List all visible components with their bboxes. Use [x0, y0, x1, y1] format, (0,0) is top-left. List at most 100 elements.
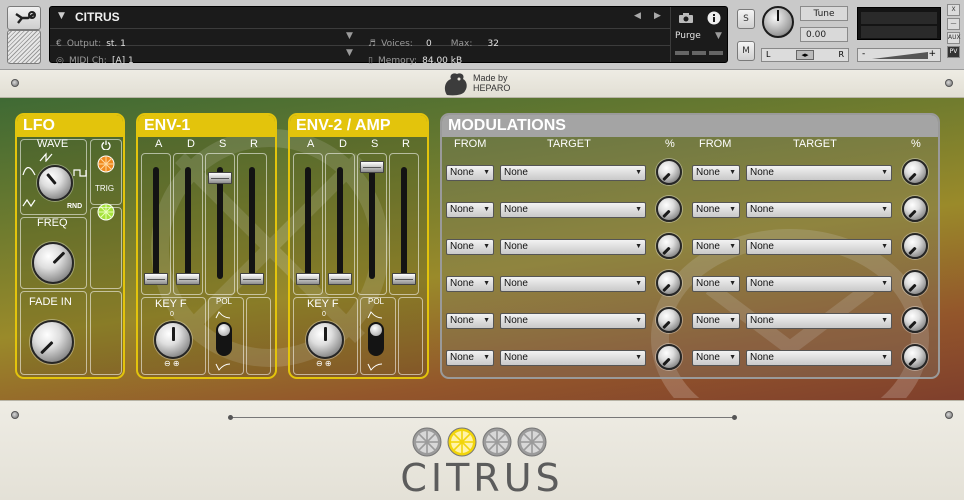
mod-amount-knob[interactable] [656, 196, 682, 222]
mod-target-value: None [750, 352, 774, 363]
mod-amount-knob[interactable] [902, 307, 928, 333]
env1-slider-handle[interactable] [240, 273, 264, 285]
mod-from-dropdown[interactable]: None ▼ [692, 239, 740, 255]
env2-slider-track[interactable] [369, 167, 375, 279]
dropdown-arrow-icon: ▼ [635, 169, 642, 176]
mod-target-dropdown[interactable]: None ▼ [746, 276, 892, 292]
tune-knob[interactable] [762, 6, 794, 38]
dropdown-arrow-icon: ▼ [635, 206, 642, 213]
mod-amount-knob[interactable] [902, 196, 928, 222]
power-icon[interactable] [101, 140, 111, 150]
env1-slider-handle[interactable] [144, 273, 168, 285]
mod-target-dropdown[interactable]: None ▼ [746, 313, 892, 329]
mod-target-dropdown[interactable]: None ▼ [500, 239, 646, 255]
env1-slider-handle[interactable] [176, 273, 200, 285]
divider-line [230, 417, 734, 418]
output-dropdown-icon[interactable]: ▼ [346, 31, 353, 41]
env2-slider-handle[interactable] [392, 273, 416, 285]
env1-section: ENV-1 A D S R KEY F 0 ⊖ ⊕ POL [136, 113, 277, 379]
mod-amount-knob[interactable] [656, 159, 682, 185]
env1-slider-track[interactable] [249, 167, 255, 279]
mod-target-dropdown[interactable]: None ▼ [746, 165, 892, 181]
prev-instrument-icon[interactable]: ◀ [634, 11, 641, 21]
mod-amount-knob[interactable] [656, 270, 682, 296]
env2-keyf-knob[interactable] [306, 321, 344, 359]
env1-slider-handle[interactable] [208, 172, 232, 185]
camera-icon[interactable] [678, 12, 694, 24]
mod-target-dropdown[interactable]: None ▼ [746, 202, 892, 218]
env1-polarity-switch[interactable] [216, 322, 232, 356]
citrus-slices-logo-icon [412, 427, 547, 457]
mod-from-dropdown[interactable]: None ▼ [692, 313, 740, 329]
midi-channel-value[interactable]: [A] 1 [112, 56, 134, 66]
mod-target-dropdown[interactable]: None ▼ [500, 202, 646, 218]
mod-from-dropdown[interactable]: None ▼ [692, 202, 740, 218]
env2-slider-track[interactable] [337, 167, 343, 279]
volume-slider[interactable]: - + [857, 48, 941, 62]
lfo-fade-in-knob[interactable] [30, 320, 74, 364]
pv-button[interactable]: PV [947, 46, 960, 58]
aux-button[interactable]: AUX [947, 32, 961, 44]
env1-slider-track[interactable] [185, 167, 191, 279]
max-voices-value[interactable]: 32 [488, 39, 499, 49]
mute-button[interactable]: M [737, 41, 755, 61]
modulations-section: MODULATIONS FROM TARGET % FROM TARGET % … [440, 113, 940, 379]
mod-from-dropdown[interactable]: None ▼ [446, 202, 494, 218]
mod-target-value: None [750, 315, 774, 326]
close-button[interactable]: X [947, 4, 960, 16]
mod-from-dropdown[interactable]: None ▼ [446, 165, 494, 181]
mod-amount-knob[interactable] [902, 233, 928, 259]
mod-from-dropdown[interactable]: None ▼ [446, 313, 494, 329]
env1-keyf-knob[interactable] [154, 321, 192, 359]
mod-amount-knob[interactable] [656, 233, 682, 259]
mod-from-dropdown[interactable]: None ▼ [446, 350, 494, 366]
mod-amount-knob[interactable] [656, 344, 682, 370]
made-by-line1: Made by [473, 73, 508, 83]
mod-target-dropdown[interactable]: None ▼ [500, 350, 646, 366]
mod-amount-knob[interactable] [902, 270, 928, 296]
solo-button[interactable]: S [737, 9, 755, 29]
instrument-name[interactable]: CITRUS [75, 10, 120, 24]
mod-target-dropdown[interactable]: None ▼ [500, 313, 646, 329]
instrument-logo-button[interactable] [7, 30, 41, 64]
mod-from-dropdown[interactable]: None ▼ [692, 165, 740, 181]
env1-slider-track[interactable] [153, 167, 159, 279]
midi-label: MIDI Ch: [68, 56, 107, 66]
tune-value[interactable]: 0.00 [800, 27, 848, 42]
purge-dropdown-icon[interactable]: ▼ [715, 31, 722, 41]
mod-target-dropdown[interactable]: None ▼ [746, 239, 892, 255]
midi-dropdown-icon[interactable]: ▼ [346, 48, 353, 58]
env2-slider-handle[interactable] [360, 161, 384, 173]
lfo-freq-knob[interactable] [32, 242, 74, 284]
mod-target-dropdown[interactable]: None ▼ [500, 165, 646, 181]
mod-amount-knob[interactable] [656, 307, 682, 333]
env2-slider-track[interactable] [401, 167, 407, 279]
env2-slider-handle[interactable] [328, 273, 352, 285]
env2-slider-handle[interactable] [296, 273, 320, 285]
env-curve-down-icon [215, 363, 231, 371]
collapse-arrow-icon[interactable]: ▼ [58, 11, 65, 21]
minimize-button[interactable]: — [947, 18, 960, 30]
pan-slider[interactable]: L ◂▸ R [761, 48, 849, 62]
mod-from-dropdown[interactable]: None ▼ [446, 239, 494, 255]
env2-empty-cell [398, 297, 423, 375]
mod-from-dropdown[interactable]: None ▼ [446, 276, 494, 292]
mod-amount-knob[interactable] [902, 344, 928, 370]
mod-target-dropdown[interactable]: None ▼ [500, 276, 646, 292]
mod-from-dropdown[interactable]: None ▼ [692, 350, 740, 366]
env2-slider-track[interactable] [305, 167, 311, 279]
orange-slice-icon[interactable] [97, 155, 115, 173]
next-instrument-icon[interactable]: ▶ [654, 11, 661, 21]
mod-from-dropdown[interactable]: None ▼ [692, 276, 740, 292]
mod-target-value: None [504, 241, 528, 252]
triangle-wave-icon [22, 198, 36, 208]
pan-handle[interactable]: ◂▸ [796, 50, 814, 60]
info-icon[interactable] [707, 11, 721, 25]
wrench-settings-button[interactable] [7, 6, 41, 30]
mod-target-dropdown[interactable]: None ▼ [746, 350, 892, 366]
lfo-wave-knob[interactable] [37, 165, 73, 201]
mod-amount-knob[interactable] [902, 159, 928, 185]
env2-polarity-switch[interactable] [368, 322, 384, 356]
purge-button[interactable]: Purge [675, 31, 701, 41]
screw-icon [11, 411, 19, 419]
